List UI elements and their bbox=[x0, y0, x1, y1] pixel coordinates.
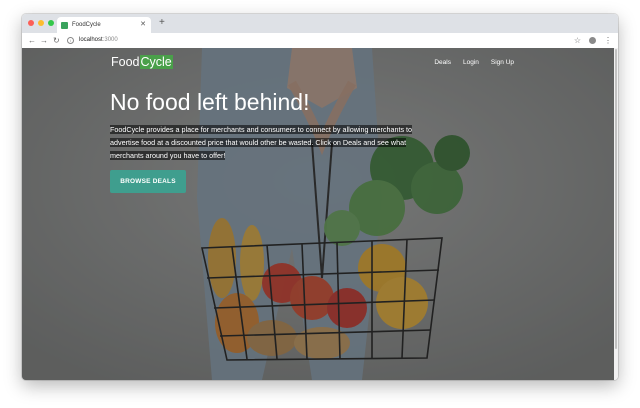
close-window-button[interactable] bbox=[28, 20, 34, 26]
nav-signup-link[interactable]: Sign Up bbox=[491, 59, 514, 66]
hero-description: FoodCycle provides a place for merchants… bbox=[110, 123, 425, 162]
page-scrollbar[interactable] bbox=[614, 48, 618, 380]
reload-icon[interactable]: ↻ bbox=[53, 35, 60, 46]
menu-icon[interactable]: ⋮ bbox=[604, 35, 612, 46]
browser-toolbar: ← → ↻ i localhost:3000 ☆ ⋮ bbox=[22, 33, 618, 49]
browser-window: FoodCycle ✕ + ← → ↻ i localhost:3000 ☆ ⋮ bbox=[22, 14, 618, 380]
brand-logo[interactable]: FoodCycle bbox=[111, 55, 173, 69]
url-host: localhost bbox=[79, 37, 103, 43]
hero-headline: No food left behind! bbox=[110, 89, 310, 115]
browser-tab[interactable]: FoodCycle ✕ bbox=[57, 17, 151, 33]
info-icon[interactable]: i bbox=[67, 37, 74, 44]
scroll-thumb[interactable] bbox=[615, 49, 617, 349]
tab-title: FoodCycle bbox=[72, 22, 101, 28]
window-controls bbox=[28, 20, 54, 26]
nav-login-link[interactable]: Login bbox=[463, 59, 479, 66]
favicon-icon bbox=[61, 21, 68, 29]
brand-part-cycle: Cycle bbox=[139, 55, 173, 69]
page-viewport: FoodCycle Deals Login Sign Up No food le… bbox=[22, 48, 614, 380]
star-icon[interactable]: ☆ bbox=[574, 35, 581, 46]
brand-part-food: Food bbox=[111, 55, 140, 69]
maximize-window-button[interactable] bbox=[48, 20, 54, 26]
tab-close-icon[interactable]: ✕ bbox=[140, 20, 146, 28]
site-nav: Deals Login Sign Up bbox=[434, 59, 514, 66]
browse-deals-button[interactable]: BROWSE DEALS bbox=[110, 170, 186, 193]
forward-icon[interactable]: → bbox=[40, 35, 48, 46]
toolbar-right: ☆ ⋮ bbox=[574, 35, 612, 46]
minimize-window-button[interactable] bbox=[38, 20, 44, 26]
nav-deals-link[interactable]: Deals bbox=[434, 59, 451, 66]
profile-avatar[interactable] bbox=[589, 37, 596, 44]
tab-bar: FoodCycle ✕ + bbox=[22, 14, 618, 33]
address-bar[interactable]: i localhost:3000 bbox=[67, 35, 567, 46]
url-port: :3000 bbox=[102, 37, 118, 43]
back-icon[interactable]: ← bbox=[28, 35, 36, 46]
hero-description-text: FoodCycle provides a place for merchants… bbox=[110, 125, 413, 160]
new-tab-button[interactable]: + bbox=[159, 17, 165, 29]
